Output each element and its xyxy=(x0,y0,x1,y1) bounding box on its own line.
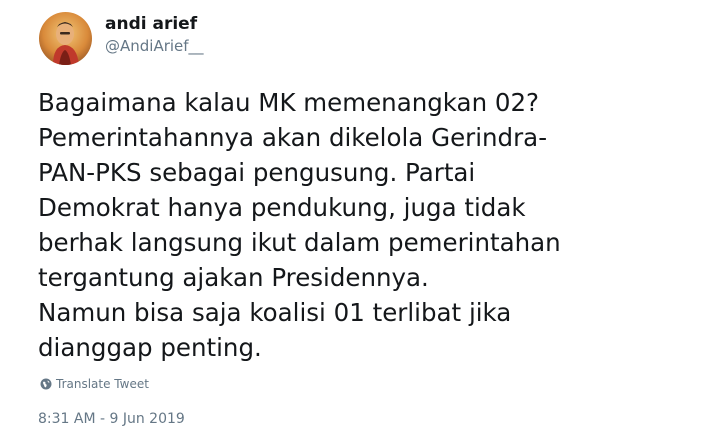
tweet-line: Bagaimana kalau MK memenangkan 02? xyxy=(38,88,540,117)
tweet-line: Namun bisa saja koalisi 01 terlibat jika xyxy=(38,298,512,327)
tweet-line: PAN-PKS sebagai pengusung. Partai xyxy=(38,158,476,187)
tweet-line: dianggap penting. xyxy=(38,333,262,362)
tweet-text: Bagaimana kalau MK memenangkan 02? Pemer… xyxy=(38,85,698,365)
tweet-timestamp[interactable]: 8:31 AM - 9 Jun 2019 xyxy=(38,410,185,428)
tweet-line: Demokrat hanya pendukung, juga tidak xyxy=(38,193,526,222)
translate-tweet-label: Translate Tweet xyxy=(56,377,149,391)
tweet-line: berhak langsung ikut dalam pemerintahan xyxy=(38,228,561,257)
tweet-line: tergantung ajakan Presidennya. xyxy=(38,263,429,292)
avatar[interactable] xyxy=(39,12,92,65)
user-handle[interactable]: @AndiArief__ xyxy=(105,37,204,55)
tweet-line: Pemerintahannya akan dikelola Gerindra- xyxy=(38,123,548,152)
display-name[interactable]: andi arief xyxy=(105,14,197,34)
globe-icon xyxy=(40,378,52,390)
avatar-photo-icon xyxy=(39,12,92,65)
translate-tweet-link[interactable]: Translate Tweet xyxy=(40,376,149,392)
